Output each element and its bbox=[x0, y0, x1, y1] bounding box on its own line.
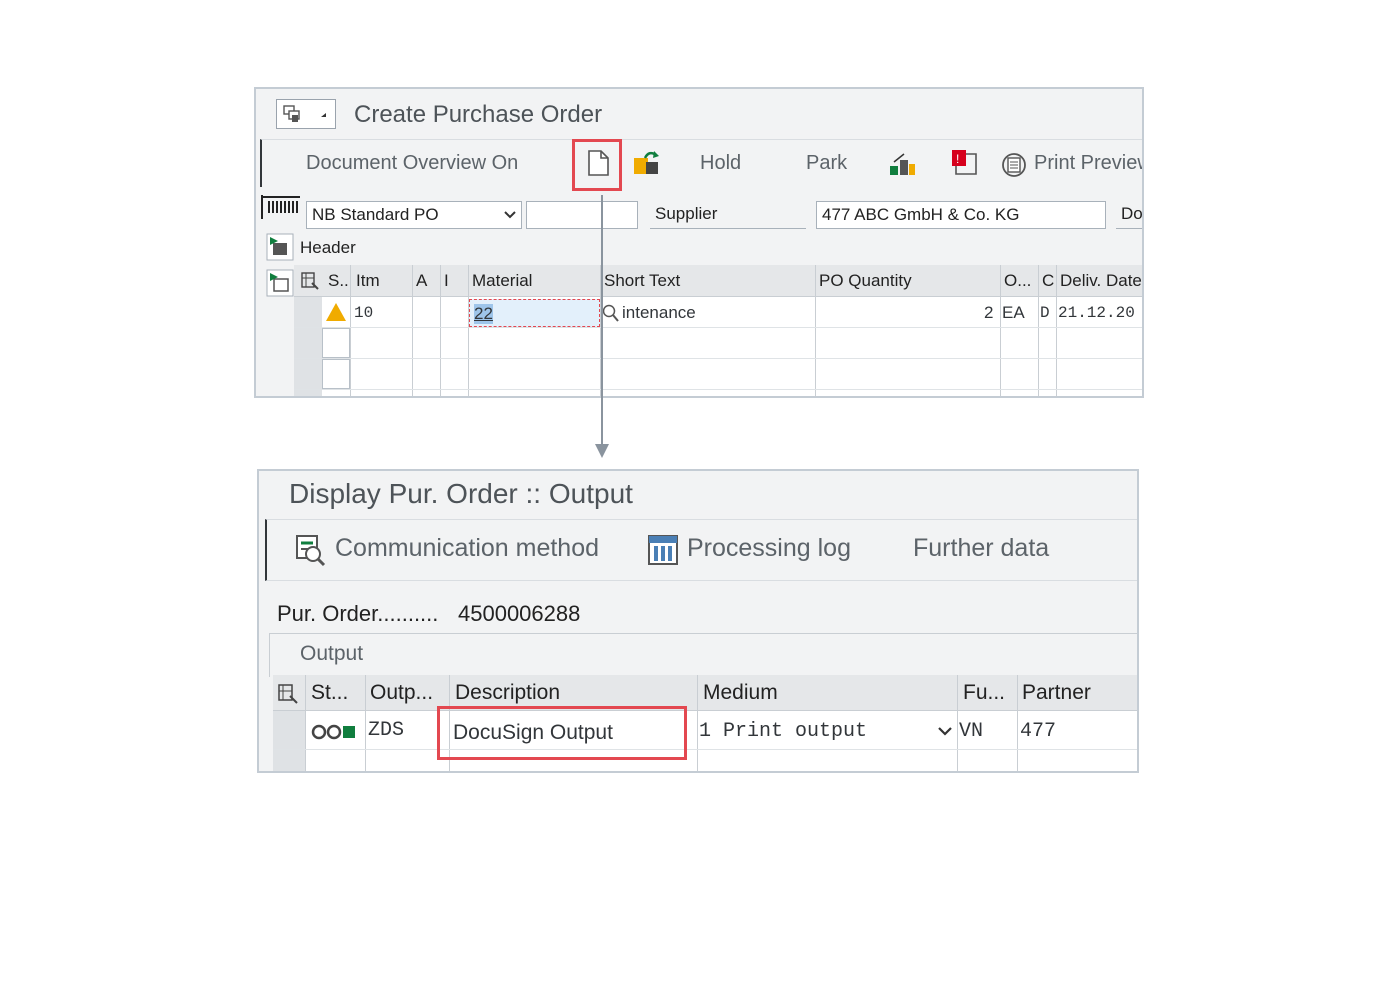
output-toolbar: Communication method Processing log Furt… bbox=[265, 519, 1137, 581]
park-button[interactable]: Park bbox=[806, 152, 847, 175]
warning-icon bbox=[324, 301, 348, 328]
highlight-box bbox=[437, 706, 687, 760]
col-description[interactable]: Description bbox=[455, 681, 560, 705]
function-value[interactable]: VN bbox=[959, 720, 983, 743]
material-field[interactable]: 22 bbox=[469, 299, 600, 327]
row-selector-column[interactable] bbox=[294, 297, 322, 396]
header-label: Header bbox=[300, 238, 356, 257]
table-header: St... Outp... Description Medium Fu... P… bbox=[273, 675, 1137, 711]
po-toolbar: Document Overview On Hold Park ! Print P… bbox=[260, 139, 1142, 187]
highlight-box bbox=[572, 139, 622, 191]
po-items-table: S.. Itm A I Material Short Text PO Quant… bbox=[294, 265, 1142, 396]
output-window: Display Pur. Order :: Output Communicati… bbox=[257, 469, 1139, 773]
col-medium[interactable]: Medium bbox=[703, 681, 778, 705]
output-section-label: Output bbox=[300, 642, 364, 665]
col-item[interactable]: Itm bbox=[356, 271, 380, 291]
processing-log-icon[interactable] bbox=[647, 534, 679, 571]
col-short-text[interactable]: Short Text bbox=[604, 271, 680, 291]
quantity-value[interactable]: 2 bbox=[984, 303, 993, 323]
print-preview-icon[interactable] bbox=[1000, 150, 1030, 183]
hold-button[interactable]: Hold bbox=[700, 152, 741, 175]
create-po-window: Create Purchase Order Document Overview … bbox=[254, 87, 1144, 398]
arrow-down-icon bbox=[595, 444, 609, 458]
search-icon[interactable] bbox=[602, 303, 620, 328]
further-data-button[interactable]: Further data bbox=[913, 534, 1049, 563]
table-header: S.. Itm A I Material Short Text PO Quant… bbox=[294, 265, 1142, 297]
communication-method-button[interactable]: Communication method bbox=[335, 534, 599, 563]
svg-text:!: ! bbox=[956, 152, 959, 166]
processing-log-button[interactable]: Processing log bbox=[687, 534, 851, 563]
print-preview-button[interactable]: Print Preview bbox=[1034, 152, 1142, 175]
items-expand-icon[interactable] bbox=[266, 269, 294, 302]
truncated-field-label: Do bbox=[1116, 201, 1142, 229]
unit-value[interactable]: EA bbox=[1002, 303, 1025, 323]
output-table: St... Outp... Description Medium Fu... P… bbox=[273, 675, 1137, 771]
col-po-quantity[interactable]: PO Quantity bbox=[819, 271, 912, 291]
supplier-label: Supplier bbox=[650, 201, 806, 229]
col-delivery-date[interactable]: Deliv. Date bbox=[1060, 271, 1142, 291]
medium-value[interactable]: 1 Print output bbox=[699, 720, 867, 743]
chevron-down-icon bbox=[503, 205, 517, 228]
col-material[interactable]: Material bbox=[472, 271, 532, 291]
window-title: Create Purchase Order bbox=[354, 101, 603, 128]
barcode-icon bbox=[260, 193, 302, 226]
col-output-type[interactable]: Outp... bbox=[370, 681, 433, 705]
output-section: Output bbox=[269, 633, 1137, 677]
other-document-icon[interactable] bbox=[632, 148, 662, 183]
col-status[interactable]: St... bbox=[311, 681, 348, 705]
col-partner[interactable]: Partner bbox=[1022, 681, 1091, 705]
menu-icon bbox=[283, 105, 326, 122]
header-fields: NB Standard PO Supplier 477 ABC GmbH & C… bbox=[256, 189, 1142, 235]
col-order-unit[interactable]: O... bbox=[1004, 271, 1031, 291]
messages-icon[interactable]: ! bbox=[950, 148, 980, 183]
supplier-field[interactable]: 477 ABC GmbH & Co. KG bbox=[816, 201, 1106, 229]
po-number-value: 4500006288 bbox=[458, 601, 581, 626]
check-icon[interactable] bbox=[888, 150, 918, 183]
table-settings-icon[interactable] bbox=[277, 683, 299, 710]
output-type-value[interactable]: ZDS bbox=[368, 719, 404, 742]
communication-method-icon[interactable] bbox=[293, 532, 327, 573]
row-selector-column[interactable] bbox=[273, 711, 305, 771]
col-date-category[interactable]: C bbox=[1042, 271, 1054, 291]
document-type-select[interactable]: NB Standard PO bbox=[306, 201, 522, 229]
table-settings-icon[interactable] bbox=[300, 271, 320, 296]
document-overview-button[interactable]: Document Overview On bbox=[306, 152, 518, 175]
status-cell[interactable] bbox=[322, 359, 350, 389]
partner-value[interactable]: 477 bbox=[1020, 720, 1056, 743]
delivery-date-value[interactable]: 21.12.20 bbox=[1058, 304, 1135, 322]
chevron-down-icon[interactable] bbox=[937, 723, 953, 744]
window-title: Display Pur. Order :: Output bbox=[289, 478, 633, 509]
status-lights-icon bbox=[311, 723, 359, 746]
date-category-value[interactable]: D bbox=[1040, 304, 1050, 322]
col-status[interactable]: S.. bbox=[328, 271, 349, 291]
col-function[interactable]: Fu... bbox=[963, 681, 1005, 705]
col-item-category[interactable]: I bbox=[444, 271, 449, 291]
document-type-value: NB Standard PO bbox=[312, 205, 439, 224]
col-account-assignment[interactable]: A bbox=[416, 271, 427, 291]
po-number-label: Pur. Order.......... bbox=[277, 601, 439, 626]
document-number-field[interactable] bbox=[526, 201, 638, 229]
menu-button[interactable] bbox=[276, 99, 336, 129]
connector-line bbox=[601, 195, 603, 445]
item-number[interactable]: 10 bbox=[354, 304, 373, 322]
material-value: 22 bbox=[474, 304, 493, 324]
header-expand-icon[interactable] bbox=[266, 233, 294, 266]
status-cell[interactable] bbox=[322, 328, 350, 358]
short-text-value[interactable]: intenance bbox=[622, 303, 696, 323]
